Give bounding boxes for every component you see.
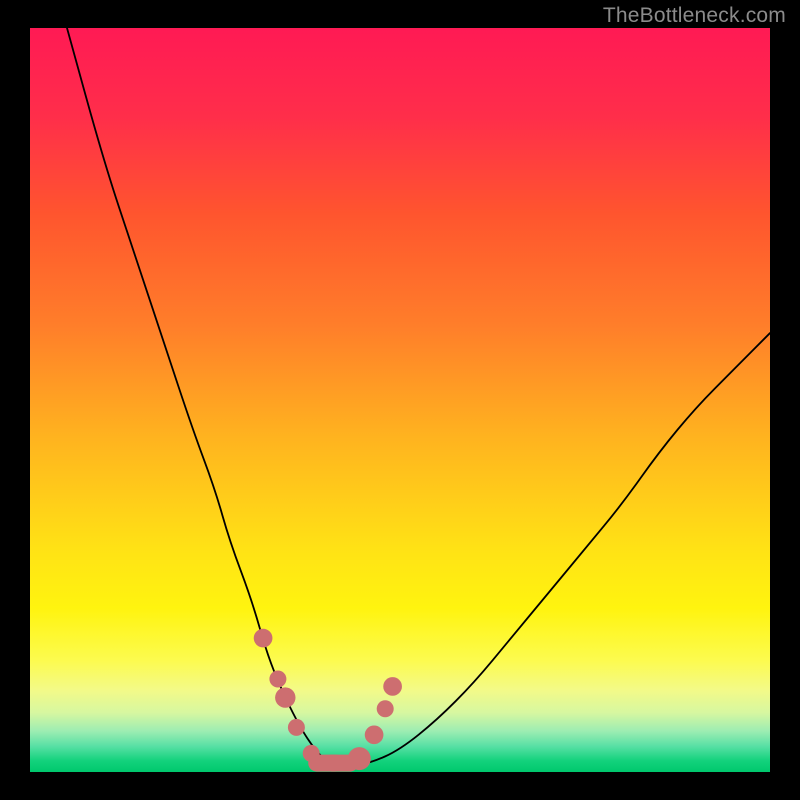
chart-overlay	[30, 28, 770, 772]
highlight-point	[254, 629, 273, 648]
highlight-point	[383, 677, 402, 696]
highlight-point	[377, 700, 394, 717]
highlight-point	[275, 687, 295, 707]
optimal-range-points	[254, 629, 402, 772]
watermark-text: TheBottleneck.com	[603, 4, 786, 28]
highlight-point	[365, 725, 384, 744]
chart-frame	[30, 28, 770, 772]
highlight-point	[348, 747, 371, 770]
bottleneck-curve	[67, 28, 770, 765]
highlight-point	[269, 671, 286, 688]
highlight-point	[288, 719, 305, 736]
